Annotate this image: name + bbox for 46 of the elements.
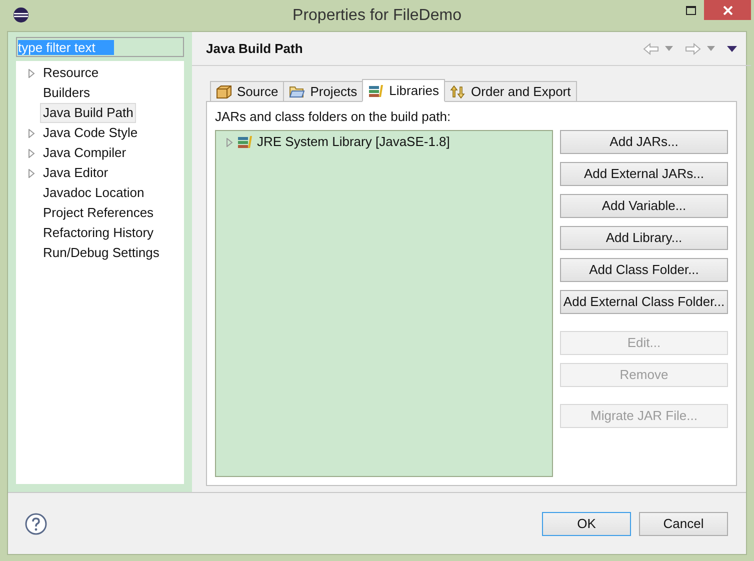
eclipse-logo-icon	[13, 7, 29, 23]
tab[interactable]: Source	[210, 81, 284, 102]
action-button[interactable]: Add JARs...	[560, 130, 728, 154]
dialog-button[interactable]: OK	[542, 512, 631, 536]
dialog-button[interactable]: Cancel	[639, 512, 728, 536]
tab[interactable]: Libraries	[362, 79, 446, 102]
library-item[interactable]: JRE System Library [JavaSE-1.8]	[257, 132, 450, 152]
tree-item[interactable]: Java Compiler	[40, 143, 130, 163]
action-button[interactable]: Add Variable...	[560, 194, 728, 218]
collapsed-triangle-icon[interactable]	[28, 68, 35, 78]
action-button[interactable]: Add Class Folder...	[560, 258, 728, 282]
help-icon[interactable]	[25, 512, 47, 534]
tree-item[interactable]: Project References	[40, 203, 157, 223]
dropdown-icon[interactable]	[665, 46, 673, 51]
tab[interactable]: Projects	[283, 81, 364, 102]
tree-item[interactable]: Java Build Path	[40, 103, 136, 123]
collapsed-triangle-icon[interactable]	[28, 168, 35, 178]
collapsed-triangle-icon[interactable]	[28, 148, 35, 158]
tree-item[interactable]: Java Editor	[40, 163, 112, 183]
collapsed-triangle-icon[interactable]	[28, 128, 35, 138]
list-label: JARs and class folders on the build path:	[215, 108, 452, 126]
action-button[interactable]: Add Library...	[560, 226, 728, 250]
tree-item[interactable]: Builders	[40, 83, 93, 103]
collapsed-triangle-icon[interactable]	[226, 138, 233, 146]
books-icon	[237, 135, 253, 149]
books-icon	[368, 84, 384, 98]
folder-icon	[289, 85, 306, 98]
tree-item[interactable]: Java Code Style	[40, 123, 141, 143]
action-button[interactable]: Add External Class Folder...	[560, 290, 728, 314]
back-arrow-icon[interactable]	[643, 42, 659, 54]
package-icon	[216, 84, 232, 98]
arrows-icon	[450, 84, 466, 98]
tree-item[interactable]: Resource	[40, 63, 102, 83]
forward-arrow-icon[interactable]	[685, 42, 701, 54]
maximize-icon	[686, 6, 696, 14]
action-button[interactable]: Add External JARs...	[560, 162, 728, 186]
tree-item[interactable]: Run/Debug Settings	[40, 243, 162, 263]
window-title: Properties for FileDemo	[292, 6, 462, 26]
tree-item[interactable]: Refactoring History	[40, 223, 157, 243]
dropdown-icon[interactable]	[707, 46, 715, 51]
close-icon	[722, 6, 732, 14]
tree-item[interactable]: Javadoc Location	[40, 183, 148, 203]
close-button[interactable]	[704, 0, 751, 20]
page-title: Java Build Path	[206, 40, 304, 58]
view-menu-icon[interactable]	[727, 46, 737, 52]
tab[interactable]: Order and Export	[444, 81, 577, 102]
